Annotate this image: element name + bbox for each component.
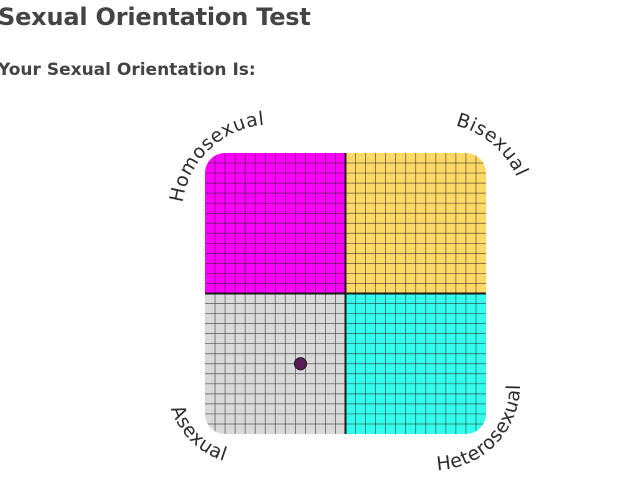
result-point — [293, 357, 308, 371]
orientation-chart-svg: Homosexual Bisexual Asexual Heterosexual — [166, 108, 532, 476]
orientation-chart: Homosexual Bisexual Asexual Heterosexual — [0, 0, 638, 485]
